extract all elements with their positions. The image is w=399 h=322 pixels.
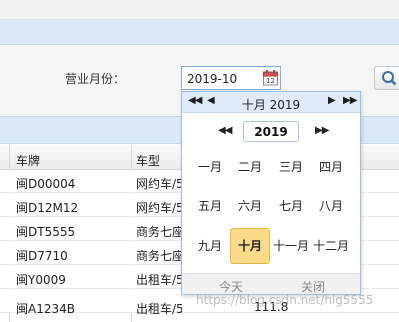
plate-cell: 闽D7710 bbox=[16, 249, 68, 263]
year-next-button[interactable]: ▶▶ bbox=[315, 125, 329, 136]
search-button[interactable] bbox=[374, 66, 399, 90]
plate-cell: 闽D00004 bbox=[16, 177, 76, 191]
search-icon bbox=[382, 71, 397, 86]
next-year-button[interactable]: ▶▶ bbox=[343, 95, 357, 106]
month-cell[interactable]: 九月 bbox=[190, 228, 230, 264]
month-cell[interactable]: 十二月 bbox=[311, 228, 351, 264]
type-cell: 出租车/5 bbox=[136, 273, 182, 287]
plate-cell: 闽DT5555 bbox=[16, 225, 76, 239]
type-cell: 出租车/5座 bbox=[136, 302, 182, 316]
month-cell[interactable]: 一月 bbox=[190, 149, 230, 185]
top-bar bbox=[0, 0, 399, 20]
month-cell[interactable]: 十一月 bbox=[271, 228, 311, 264]
year-prev-button[interactable]: ◀◀ bbox=[218, 125, 232, 136]
year-input[interactable]: 2019 bbox=[243, 121, 299, 142]
panel-header-band bbox=[0, 20, 399, 45]
month-cell[interactable]: 八月 bbox=[311, 188, 351, 224]
watermark-text: https://blog.csdn.net/hlg5555 bbox=[196, 293, 374, 307]
type-cell: 网约车/5 bbox=[136, 177, 182, 191]
next-month-button[interactable]: ▶ bbox=[328, 95, 336, 106]
month-picker-popup: ◀◀ ◀ 十月 2019 ▶ ▶▶ ◀◀ 2019 ▶▶ 一月 二月 三月 四月… bbox=[181, 91, 361, 295]
month-cell[interactable]: 二月 bbox=[230, 149, 270, 185]
type-cell: 商务七座 bbox=[136, 249, 182, 263]
svg-text:12: 12 bbox=[266, 77, 275, 85]
month-cell-selected[interactable]: 十月 bbox=[230, 228, 270, 264]
month-filter-label: 营业月份： bbox=[65, 72, 126, 86]
month-cell[interactable]: 五月 bbox=[190, 188, 230, 224]
picker-header: ◀◀ ◀ 十月 2019 ▶ ▶▶ bbox=[182, 92, 360, 113]
calendar-icon[interactable]: 12 bbox=[262, 69, 279, 86]
month-cell[interactable]: 三月 bbox=[271, 149, 311, 185]
plate-cell: 闽Y0009 bbox=[16, 273, 66, 287]
plate-cell: 闽D12M12 bbox=[16, 201, 79, 215]
month-cell[interactable]: 七月 bbox=[271, 188, 311, 224]
month-cell[interactable]: 六月 bbox=[230, 188, 270, 224]
plate-cell: 闽A1234B bbox=[16, 302, 75, 316]
type-cell: 网约车/5 bbox=[136, 201, 182, 215]
column-header-type[interactable]: 车型 bbox=[136, 152, 160, 169]
month-cell[interactable]: 四月 bbox=[311, 149, 351, 185]
type-cell: 商务七座 bbox=[136, 225, 182, 239]
column-header-plate[interactable]: 车牌 bbox=[16, 152, 40, 169]
picker-footer: 今天 关闭 bbox=[182, 273, 360, 294]
